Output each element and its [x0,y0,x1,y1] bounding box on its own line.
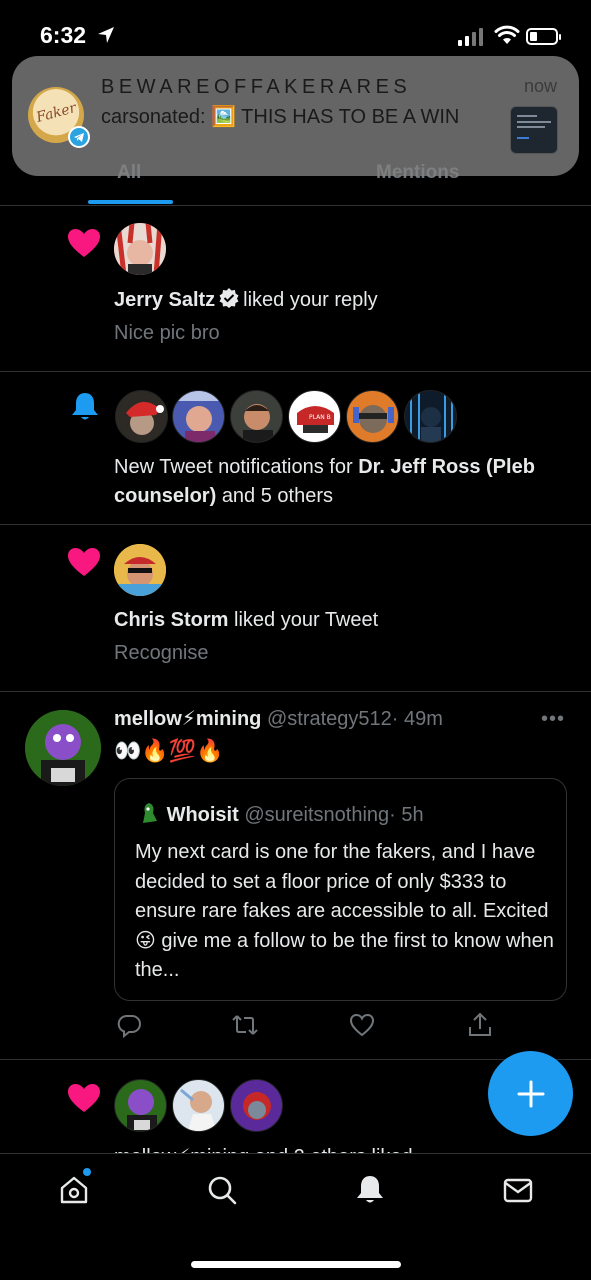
banner-message: carsonated: 🖼️ THIS HAS TO BE A WIN [101,106,460,128]
divider [0,524,591,525]
plus-icon [517,1080,544,1107]
actor-name[interactable]: Jerry Saltz [114,289,215,311]
avatar-chris-storm[interactable] [114,544,166,596]
avatar-liker-2[interactable] [172,1079,225,1132]
notif-action: liked your reply [243,289,378,311]
home-icon[interactable] [58,1174,90,1206]
heart-icon [68,1084,100,1112]
heart-icon [68,548,100,576]
tweet-header: mellow⚡mining @strategy512· 49m [114,706,443,731]
avatar-mellow-mining[interactable] [25,710,101,786]
avatar-follower-5[interactable] [346,390,399,443]
telegram-icon [68,126,90,148]
notif-tweet-alert-text: New Tweet notifications for Dr. Jeff Ros… [114,453,554,511]
more-options-icon[interactable]: ••• [541,708,565,731]
retweet-icon[interactable] [231,1012,259,1038]
quoted-author-name[interactable]: Whoisit [167,804,239,826]
divider [0,691,591,692]
share-icon[interactable] [467,1012,493,1038]
messages-icon[interactable] [502,1174,534,1206]
quoted-tweet[interactable]: Whoisit @sureitsnothing· 5h My next card… [114,778,567,1001]
verified-badge-icon [219,288,239,308]
avatar-follower-1[interactable] [115,390,168,443]
avatar-follower-6[interactable] [404,390,457,443]
avatar-follower-2[interactable] [172,390,225,443]
avatar-follower-3[interactable] [230,390,283,443]
bell-icon [72,393,98,420]
tweet-author-name[interactable]: mellow⚡mining [114,708,261,730]
compose-tweet-button[interactable] [488,1051,573,1136]
like-icon[interactable] [349,1012,375,1038]
notif-prefix: New Tweet notifications for [114,456,353,478]
notif-action: liked your Tweet [234,609,379,631]
wifi-icon [494,25,520,44]
heart-icon [68,229,100,257]
channel-avatar-text: Faker [34,100,78,126]
home-unread-dot [83,1168,91,1176]
quoted-tweet-time: · 5h [389,804,424,826]
divider [0,371,591,372]
battery-icon [526,28,561,45]
notif-snippet: Nice pic bro [114,322,220,344]
search-icon[interactable] [206,1174,238,1206]
banner-time: now [523,76,557,96]
quoted-author-handle[interactable]: @sureitsnothing [244,804,389,826]
quoted-author-avatar-icon [143,803,157,823]
reply-icon[interactable] [116,1012,142,1038]
bottom-navigation [0,1153,591,1280]
tweet-body: 👀🔥💯🔥 [114,738,224,763]
tweet-time: · 49m [391,708,443,730]
push-notification-banner[interactable]: Faker BEWAREOFFAKERARES now carsonated: … [12,56,579,176]
tweet-author-handle[interactable]: @strategy512 [267,708,392,730]
notif-suffix: and 5 others [221,485,334,507]
quoted-tweet-header: Whoisit @sureitsnothing· 5h [137,801,424,827]
cellular-signal-icon [458,28,483,46]
notif-like-reply-text: Jerry Saltz liked your reply [114,286,378,315]
notif-like-tweet-text: Chris Storm liked your Tweet [114,606,378,635]
screenshot-thumbnail-icon [510,106,558,154]
svg-text:PLAN B: PLAN B [309,414,331,421]
home-indicator [191,1261,401,1268]
location-arrow-icon [98,27,114,43]
avatar-liker-1[interactable] [114,1079,167,1132]
notif-snippet: Recognise [114,642,209,664]
actor-name[interactable]: Chris Storm [114,609,228,631]
avatar-liker-3[interactable] [230,1079,283,1132]
banner-title: BEWAREOFFAKERARES [101,76,412,98]
status-bar: 6:32 [0,0,591,56]
avatar-jerry-saltz[interactable] [114,223,166,275]
status-time: 6:32 [40,22,87,48]
active-tab-indicator [88,200,173,204]
notifications-bell-icon[interactable] [354,1174,386,1206]
quoted-tweet-text: My next card is one for the fakers, and … [135,841,554,981]
avatar-follower-4[interactable]: PLAN B [288,390,341,443]
